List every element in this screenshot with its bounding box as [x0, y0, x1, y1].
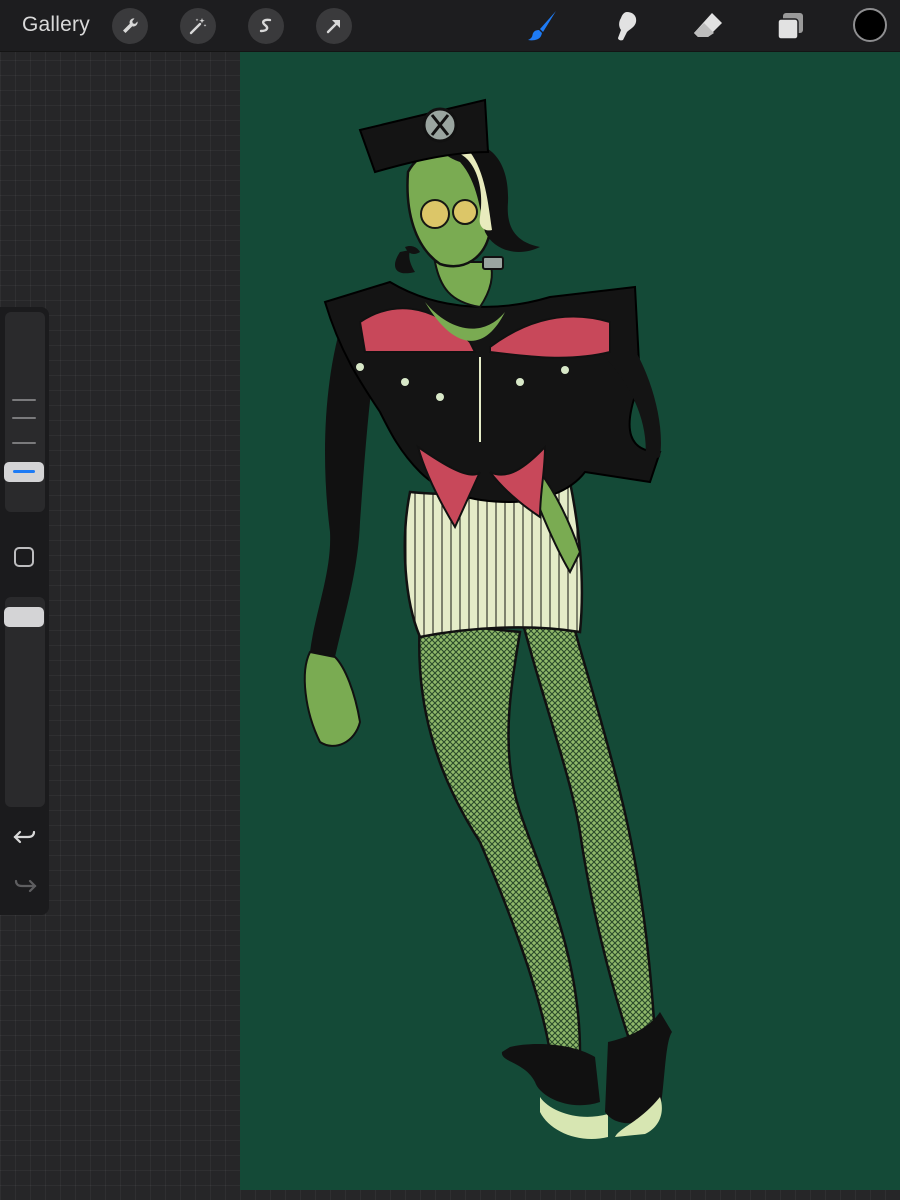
square-icon[interactable]: [14, 547, 34, 567]
layers-icon[interactable]: [770, 6, 810, 46]
left-sidebar: [0, 307, 49, 915]
color-swatch-button[interactable]: [853, 8, 887, 42]
size-tick: [12, 417, 36, 419]
opacity-slider[interactable]: [5, 597, 45, 807]
size-tick: [12, 399, 36, 401]
transform-arrow-icon[interactable]: [316, 8, 352, 44]
artwork-illustration: [240, 52, 900, 1190]
undo-arrow-icon[interactable]: [12, 824, 38, 850]
redo-arrow-icon[interactable]: [12, 873, 38, 899]
wrench-icon[interactable]: [112, 8, 148, 44]
opacity-handle[interactable]: [4, 607, 44, 627]
size-tick: [12, 442, 36, 444]
top-toolbar: Gallery: [0, 0, 900, 52]
smudge-icon[interactable]: [606, 6, 646, 46]
eraser-icon[interactable]: [688, 6, 728, 46]
brush-size-indicator: [13, 470, 35, 473]
magic-wand-icon[interactable]: [180, 8, 216, 44]
selection-icon[interactable]: [248, 8, 284, 44]
brush-size-slider[interactable]: [5, 312, 45, 512]
gallery-button[interactable]: Gallery: [22, 13, 90, 37]
drawing-canvas[interactable]: [240, 52, 900, 1190]
brush-size-handle[interactable]: [4, 462, 44, 482]
brush-icon[interactable]: [522, 6, 562, 46]
